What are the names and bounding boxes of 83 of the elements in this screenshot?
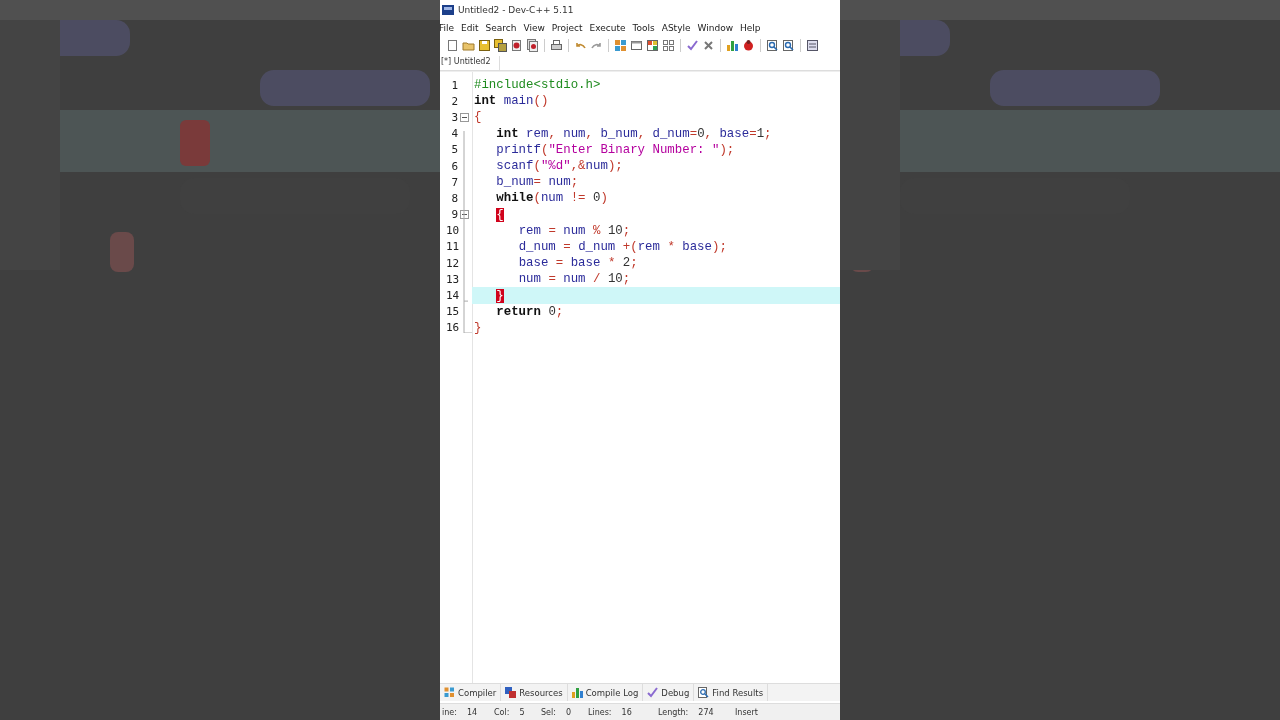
menu-item[interactable]: Window (695, 23, 738, 33)
line-number: 8 (450, 191, 458, 205)
code-line: return 0; (495, 304, 565, 319)
status-label: ine: (442, 707, 457, 717)
fold-minus-icon[interactable] (460, 112, 469, 122)
status-value: 274 (698, 707, 714, 717)
close-file-icon[interactable] (510, 38, 523, 52)
line-number: 5 (450, 143, 458, 157)
menu-item[interactable]: Execute (587, 23, 631, 33)
check-icon (647, 687, 659, 698)
window-icon[interactable] (630, 38, 643, 52)
code-line: b_num= num; (495, 175, 580, 190)
stack-icon (505, 687, 517, 698)
grid-icon[interactable] (614, 38, 627, 52)
code-line: base = base * 2; (517, 256, 639, 271)
code-line: while(num != 0) (495, 191, 609, 206)
code-line: } (473, 320, 483, 335)
status-label: Lines: (588, 707, 612, 717)
search-icon[interactable] (766, 38, 779, 52)
app-logo-icon (442, 5, 454, 15)
code-line: printf("Enter Binary Number: "); (495, 142, 736, 157)
line-number: 11 (445, 240, 458, 254)
menu-item[interactable]: AStyle (659, 23, 696, 33)
status-label: Sel: (541, 707, 556, 717)
line-number: 10 (445, 224, 458, 238)
check-icon[interactable] (686, 38, 699, 52)
printer-icon[interactable] (550, 38, 563, 52)
search-icon (698, 687, 710, 698)
menu-item[interactable]: File (440, 23, 460, 33)
status-value: 0 (565, 707, 571, 717)
code-line: { (473, 110, 483, 125)
panel-icon[interactable] (806, 38, 819, 52)
cross-icon[interactable] (702, 38, 715, 52)
status-label: Insert (735, 707, 758, 717)
panel-tab[interactable]: Resources (501, 684, 568, 701)
fold-minus-icon[interactable] (460, 210, 469, 220)
menu-item[interactable]: Edit (459, 23, 484, 33)
menu-item[interactable]: Search (483, 23, 522, 33)
code-line: d_num = d_num +(rem * base); (517, 239, 728, 254)
status-value: 5 (519, 707, 525, 717)
code-line: #include<stdio.h> (473, 78, 602, 93)
line-number: 3 (450, 110, 458, 124)
line-number: 6 (450, 159, 458, 173)
grid-outline-icon[interactable] (662, 38, 675, 52)
status-label: Col: (494, 707, 510, 717)
menu-item[interactable]: Tools (630, 23, 660, 33)
line-number: 7 (450, 175, 458, 189)
close-all-icon[interactable] (526, 38, 539, 52)
new-file-icon[interactable] (446, 38, 459, 52)
code-line: int rem, num, b_num, d_num=0, base=1; (495, 126, 773, 141)
panel-tab[interactable]: Compile Log (567, 684, 644, 701)
menu-item[interactable]: Help (738, 23, 766, 33)
save-all-icon[interactable] (494, 38, 507, 52)
line-number: 14 (445, 289, 458, 303)
line-number: 1 (450, 78, 458, 92)
bug-icon[interactable] (742, 38, 755, 52)
status-value: 16 (621, 707, 632, 717)
menu-item[interactable]: View (521, 23, 550, 33)
line-number: 4 (450, 127, 458, 141)
code-line: rem = num % 10; (517, 223, 632, 238)
line-number: 2 (450, 94, 458, 108)
line-number: 9 (450, 208, 458, 222)
search-icon[interactable] (782, 38, 795, 52)
grid-icon (444, 687, 455, 698)
bar-chart-icon[interactable] (726, 38, 739, 52)
bar-chart-icon (571, 687, 583, 698)
menu-item[interactable]: Project (549, 23, 588, 33)
line-number: 13 (445, 272, 458, 286)
tiles-icon[interactable] (646, 38, 659, 52)
editor-tab[interactable]: [*] Untitled2 (440, 56, 500, 70)
panel-tab[interactable]: Find Results (694, 684, 769, 701)
panel-tab[interactable]: Compiler (440, 684, 502, 701)
line-number: 15 (445, 305, 458, 319)
code-line: scanf("%d",&num); (495, 159, 624, 174)
status-label: Length: (658, 707, 689, 717)
line-number: 12 (445, 256, 458, 270)
window-title: Untitled2 - Dev-C++ 5.11 (458, 5, 574, 15)
code-line: int main() (473, 94, 550, 109)
save-icon[interactable] (478, 38, 491, 52)
line-number: 16 (445, 321, 458, 335)
status-value: 14 (466, 707, 478, 717)
code-line: num = num / 10; (517, 272, 632, 287)
panel-tab[interactable]: Debug (643, 684, 695, 701)
